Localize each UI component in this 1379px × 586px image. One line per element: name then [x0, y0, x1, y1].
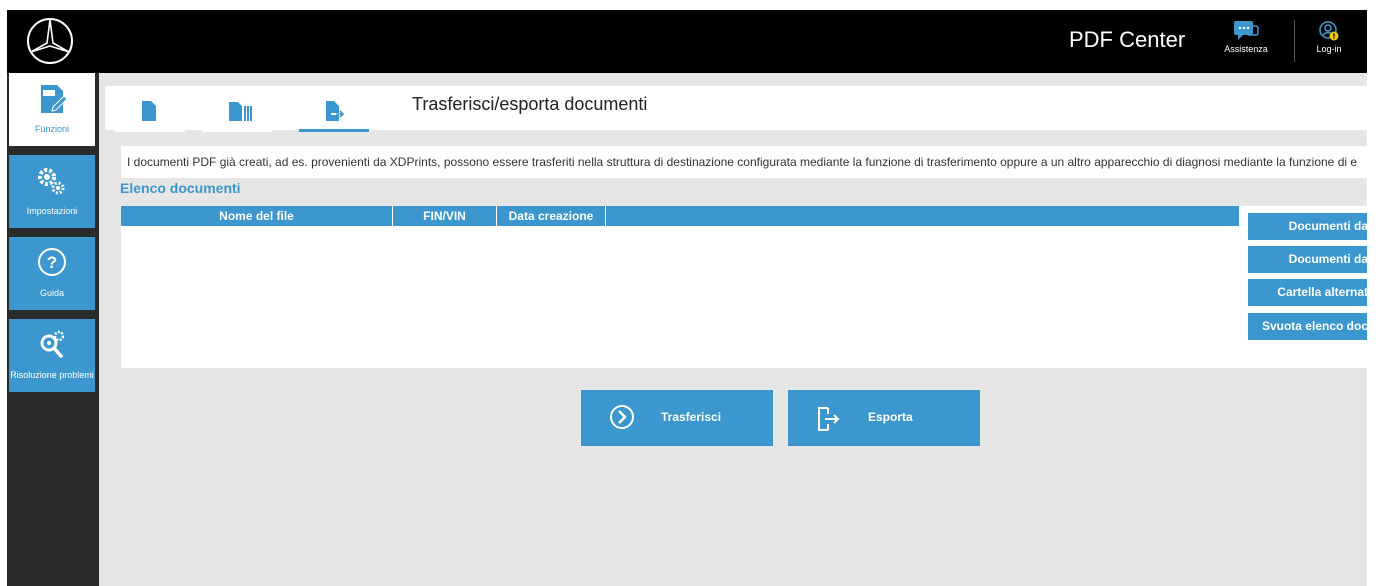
tab-documents[interactable] [115, 94, 185, 132]
sidebar-item-label: Risoluzione problemi [10, 370, 94, 380]
description-text: I documenti PDF già creati, ad es. prove… [121, 146, 1367, 178]
tab-transfer-export[interactable] [299, 94, 369, 132]
clear-list-button[interactable]: Svuota elenco doc [1248, 313, 1367, 340]
documents-from-button-1[interactable]: Documenti da [1248, 213, 1367, 240]
column-header-date[interactable]: Data creazione [497, 206, 606, 226]
mercedes-logo [27, 18, 73, 64]
tab-multiple-documents[interactable] [202, 94, 272, 132]
login-label: Log-in [1316, 44, 1342, 54]
circle-arrow-right-icon [610, 405, 634, 429]
page-title: Trasferisci/esporta documenti [412, 94, 648, 114]
table-header: Nome del file FIN/VIN Data creazione [121, 206, 1239, 226]
document-export-icon [326, 101, 345, 121]
export-label: Esporta [868, 410, 913, 424]
documents-from-button-2[interactable]: Documenti da [1248, 246, 1367, 273]
gears-icon [38, 168, 65, 195]
transfer-label: Trasferisci [661, 410, 722, 424]
svg-text:?: ? [47, 253, 57, 272]
sidebar-item-impostazioni[interactable]: Impostazioni [9, 155, 95, 228]
transfer-button[interactable]: Trasferisci [581, 390, 773, 446]
app-window: PDF Center Assistenza Log-in Funzioni Im… [7, 10, 1367, 586]
column-header-vin[interactable]: FIN/VIN [393, 206, 497, 226]
top-bar: PDF Center Assistenza Log-in [7, 10, 1367, 73]
document-table[interactable] [121, 206, 1367, 368]
troubleshoot-icon [40, 330, 65, 358]
sidebar: Funzioni Impostazioni ? Guida Risoluzion… [7, 73, 99, 586]
top-separator [1294, 20, 1295, 62]
user-icon [1319, 21, 1339, 41]
sidebar-item-label: Guida [39, 288, 65, 298]
login-button[interactable]: Log-in [1303, 20, 1355, 68]
export-icon [818, 407, 840, 431]
sidebar-item-risoluzione-problemi[interactable]: Risoluzione problemi [9, 319, 95, 392]
document-icon [142, 101, 156, 121]
sidebar-item-funzioni[interactable]: Funzioni [9, 73, 95, 146]
support-label: Assistenza [1224, 44, 1268, 54]
document-list-title: Elenco documenti [120, 180, 241, 196]
app-title: PDF Center [1069, 27, 1186, 52]
help-icon: ? [38, 248, 66, 276]
alternate-folder-button[interactable]: Cartella alternat [1248, 279, 1367, 306]
pdf-document-icon [41, 85, 68, 113]
sidebar-item-label: Impostazioni [26, 206, 78, 216]
chat-icon [1234, 21, 1259, 40]
documents-stack-icon [229, 102, 252, 121]
sidebar-item-guida[interactable]: ? Guida [9, 237, 95, 310]
column-header-filename[interactable]: Nome del file [121, 206, 393, 226]
support-button[interactable]: Assistenza [1220, 20, 1272, 68]
export-button[interactable]: Esporta [788, 390, 980, 446]
sidebar-item-label: Funzioni [34, 124, 70, 134]
page-title-bar: Trasferisci/esporta documenti [375, 86, 1367, 130]
